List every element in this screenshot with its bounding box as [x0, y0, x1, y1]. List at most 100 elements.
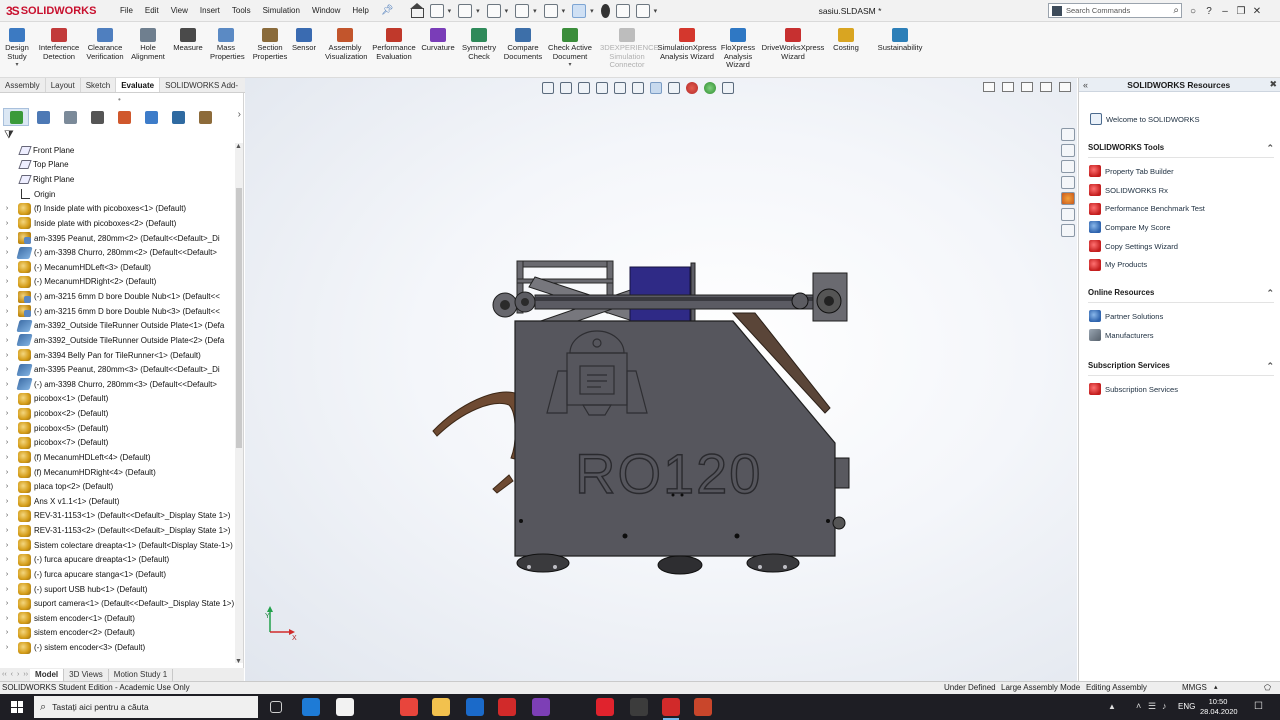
- expand-arrow-icon[interactable]: ›: [0, 395, 14, 402]
- select-cursor-icon[interactable]: [572, 3, 587, 18]
- tree-item[interactable]: › (f) MecanumHDRight<4> (Default): [0, 465, 236, 480]
- cmd-floxpress-analysis-wizard[interactable]: FloXpress Analysis Wizard: [720, 28, 756, 70]
- expand-arrow-icon[interactable]: ›: [0, 205, 14, 212]
- scroll-down-icon[interactable]: ▼: [235, 658, 242, 665]
- expand-arrow-icon[interactable]: ›: [0, 615, 14, 622]
- menu-insert[interactable]: Insert: [194, 0, 226, 22]
- tab-motion-study-1[interactable]: Motion Study 1: [109, 668, 174, 681]
- menu-window[interactable]: Window: [306, 0, 346, 22]
- tree-item[interactable]: Right Plane: [0, 172, 236, 187]
- tree-item[interactable]: › (-) sistem encoder<3> (Default): [0, 640, 236, 655]
- cmd-sustainability[interactable]: Sustainability: [875, 28, 925, 53]
- last-tab-nav-icon[interactable]: ››: [21, 671, 30, 678]
- menu-view[interactable]: View: [165, 0, 194, 22]
- panel-grip-icon[interactable]: •: [118, 95, 121, 104]
- property-manager-tab[interactable]: [30, 108, 56, 126]
- edraw-icon[interactable]: [630, 698, 648, 716]
- expand-arrow-icon[interactable]: ›: [0, 425, 14, 432]
- expand-arrow-icon[interactable]: ›: [0, 571, 14, 578]
- edge-icon[interactable]: [302, 698, 320, 716]
- unit-system-selector[interactable]: MMGS: [1182, 683, 1207, 692]
- viewport-restore-icon[interactable]: [1040, 82, 1052, 92]
- tree-item[interactable]: › (-) am-3398 Churro, 280mm<3> (Default<<…: [0, 377, 236, 392]
- tree-item[interactable]: › sistem encoder<1> (Default): [0, 611, 236, 626]
- view-orientation-icon[interactable]: [632, 82, 644, 94]
- section-header[interactable]: Subscription Services ⌃: [1088, 361, 1274, 376]
- expand-arrow-icon[interactable]: ›: [0, 512, 14, 519]
- expand-arrow-icon[interactable]: ›: [0, 629, 14, 636]
- visual-studio-icon[interactable]: [532, 698, 550, 716]
- tree-item[interactable]: Front Plane: [0, 143, 236, 158]
- display-manager-tab[interactable]: [111, 108, 137, 126]
- resource-link-manufacturers[interactable]: Manufacturers: [1088, 326, 1274, 345]
- search-scope-icon[interactable]: [1052, 5, 1062, 16]
- tree-item[interactable]: › (-) furca apucare stanga<1> (Default): [0, 567, 236, 582]
- resource-link-solidworks-rx[interactable]: SOLIDWORKS Rx: [1088, 181, 1274, 200]
- viewport-close-icon[interactable]: [1059, 82, 1071, 92]
- view-settings-icon[interactable]: [722, 82, 734, 94]
- cmd-costing[interactable]: Costing: [830, 28, 862, 53]
- notifications-icon[interactable]: ☐: [1254, 701, 1263, 712]
- menu-file[interactable]: File: [114, 0, 139, 22]
- save-icon[interactable]: [486, 3, 501, 18]
- tree-item[interactable]: › picobox<5> (Default): [0, 421, 236, 436]
- expand-arrow-icon[interactable]: ›: [0, 220, 14, 227]
- expand-arrow-icon[interactable]: ›: [0, 235, 14, 242]
- expand-arrow-icon[interactable]: ›: [0, 498, 14, 505]
- print-dropdown-icon[interactable]: ▾: [533, 7, 537, 15]
- options-gear-icon[interactable]: [635, 3, 650, 18]
- expand-arrow-icon[interactable]: ›: [0, 410, 14, 417]
- cam-feature-tree-tab[interactable]: [138, 108, 164, 126]
- tree-item[interactable]: › REV-31-1153<2> (Default<<Default>_Displ…: [0, 523, 236, 538]
- tab-sketch[interactable]: Sketch: [81, 78, 117, 92]
- expand-arrow-icon[interactable]: ›: [0, 439, 14, 446]
- tree-item[interactable]: › suport camera<1> (Default<<Default>_Dis…: [0, 596, 236, 611]
- tree-item[interactable]: › (-) furca apucare dreapta<1> (Default): [0, 553, 236, 568]
- home-icon[interactable]: [409, 2, 424, 18]
- new-dropdown-icon[interactable]: ▾: [448, 7, 452, 15]
- expand-arrow-icon[interactable]: ›: [0, 542, 14, 549]
- expand-arrow-icon[interactable]: ›: [0, 366, 14, 373]
- solidworks-active-icon[interactable]: [662, 698, 680, 720]
- zoom-to-area-icon[interactable]: [560, 82, 572, 94]
- status-settings-icon[interactable]: ⬠: [1264, 683, 1271, 692]
- resource-link-my-products[interactable]: My Products: [1088, 255, 1274, 274]
- tree-item[interactable]: › am-3392_Outside TileRunner Outside Plat…: [0, 319, 236, 334]
- tree-item[interactable]: › picobox<7> (Default): [0, 436, 236, 451]
- dimxpert-manager-tab[interactable]: [84, 108, 110, 126]
- solidworks-resources-tab-icon[interactable]: [1061, 128, 1075, 141]
- expand-arrow-icon[interactable]: ›: [0, 469, 14, 476]
- network-icon[interactable]: ☰: [1148, 701, 1156, 712]
- file-properties-icon[interactable]: [615, 3, 630, 18]
- options-dropdown-icon[interactable]: ▾: [654, 7, 658, 15]
- viewport-next-icon[interactable]: [1002, 82, 1014, 92]
- section-view-icon[interactable]: [596, 82, 608, 94]
- first-tab-nav-icon[interactable]: ‹‹: [0, 671, 9, 678]
- cmd-sensor[interactable]: Sensor: [289, 28, 319, 53]
- display-style-icon[interactable]: [650, 82, 662, 94]
- zoom-to-fit-icon[interactable]: [542, 82, 554, 94]
- hide-show-items-icon[interactable]: [668, 82, 680, 94]
- start-button[interactable]: [0, 694, 34, 720]
- new-document-icon[interactable]: [429, 3, 444, 18]
- filter-icon[interactable]: ⧩: [4, 129, 14, 142]
- tree-item[interactable]: › (-) MecanumHDRight<2> (Default): [0, 275, 236, 290]
- cmd-dropdown-icon[interactable]: ▾: [3, 61, 31, 70]
- expand-arrow-icon[interactable]: ›: [0, 308, 14, 315]
- print-icon[interactable]: [515, 3, 530, 18]
- tree-item[interactable]: › am-3394 Belly Pan for TileRunner<1> (De…: [0, 348, 236, 363]
- expand-arrow-icon[interactable]: ›: [0, 337, 14, 344]
- viewport-prev-icon[interactable]: [983, 82, 995, 92]
- scroll-up-icon[interactable]: ▲: [235, 143, 242, 150]
- tree-item[interactable]: Origin: [0, 187, 236, 202]
- expand-arrow-icon[interactable]: ›: [0, 644, 14, 651]
- expand-arrow-icon[interactable]: ›: [0, 586, 14, 593]
- open-dropdown-icon[interactable]: ▾: [476, 7, 480, 15]
- section-header[interactable]: Online Resources ⌃: [1088, 288, 1274, 303]
- cmd-interference-detection[interactable]: Interference Detection: [36, 28, 82, 61]
- expand-arrow-icon[interactable]: ›: [0, 249, 14, 256]
- collapse-chevron-icon[interactable]: ⌃: [1266, 288, 1274, 299]
- chrome-icon[interactable]: [400, 698, 418, 716]
- minimize-icon[interactable]: –: [1217, 6, 1233, 17]
- tree-item[interactable]: › Inside plate with picoboxes<2> (Default…: [0, 216, 236, 231]
